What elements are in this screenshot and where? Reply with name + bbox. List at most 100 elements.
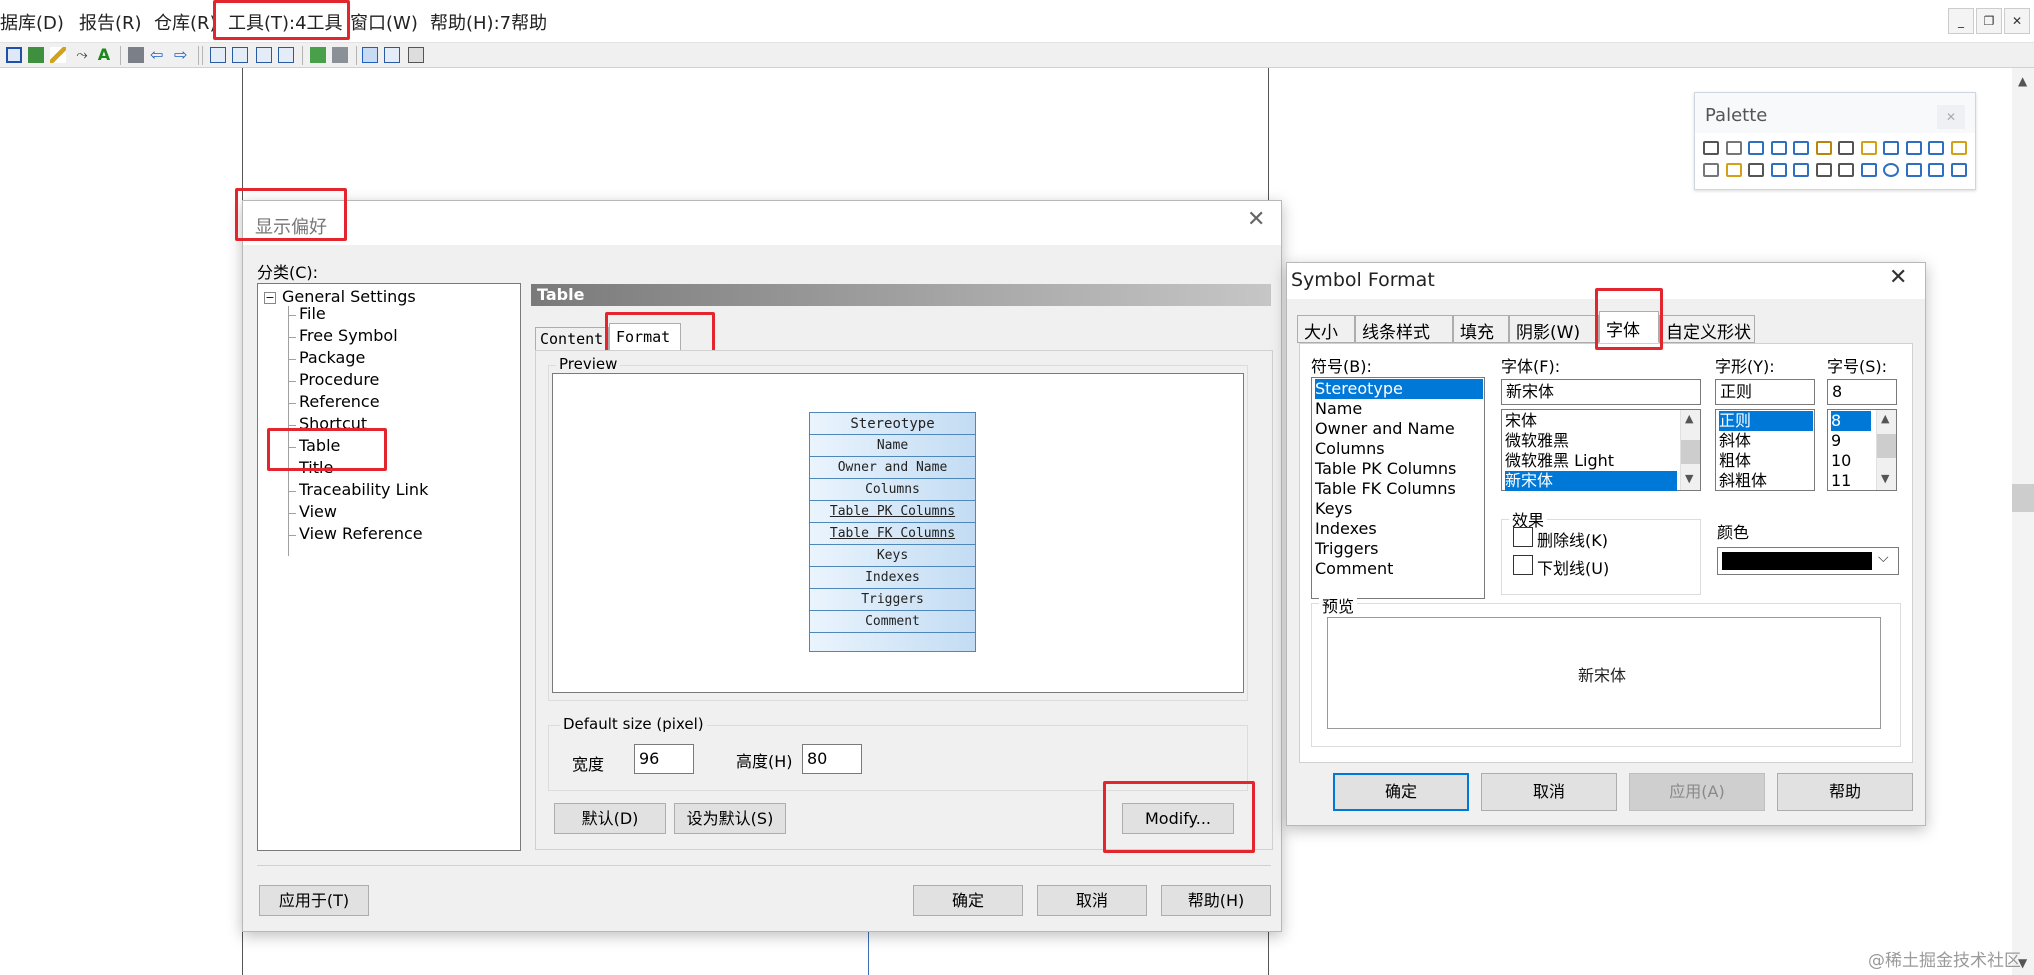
size-list-scrollbar[interactable]: ▲ ▼	[1876, 410, 1896, 490]
style-item[interactable]: 斜体	[1719, 431, 1813, 451]
tree-item-file[interactable]: File	[299, 304, 326, 323]
close-icon[interactable]: ✕	[1247, 207, 1265, 232]
font-input[interactable]: 新宋体	[1501, 379, 1701, 405]
zoom-in-icon[interactable]	[1748, 141, 1764, 155]
tree-item-free-symbol[interactable]: Free Symbol	[299, 326, 398, 345]
window-icon[interactable]	[384, 47, 400, 63]
width-input[interactable]: 96	[634, 744, 694, 774]
scroll-down-icon[interactable]: ▼	[1685, 472, 1693, 485]
collapse-icon[interactable]: −	[264, 292, 276, 304]
grid-icon[interactable]	[28, 47, 44, 63]
line-icon[interactable]	[1815, 163, 1832, 177]
new-icon[interactable]	[6, 47, 22, 63]
minimize-icon[interactable]: _	[1948, 8, 1974, 34]
cancel-button[interactable]: 取消	[1037, 885, 1147, 916]
menu-report[interactable]: 报告(R)	[79, 9, 142, 35]
underline-checkbox[interactable]	[1513, 555, 1533, 575]
diagram-icon-2[interactable]	[232, 47, 248, 63]
tab-custom-shape[interactable]: 自定义形状	[1659, 315, 1755, 343]
zoom-page-icon[interactable]	[362, 47, 378, 63]
arc-icon[interactable]	[1838, 163, 1854, 177]
link-icon[interactable]	[1748, 163, 1764, 177]
tab-content[interactable]: Content	[535, 327, 609, 351]
size-item[interactable]: 10	[1831, 451, 1871, 471]
size-input[interactable]: 8	[1827, 379, 1897, 405]
procedure-icon[interactable]	[1950, 141, 1967, 155]
storage-icon[interactable]	[1770, 163, 1787, 177]
set-default-button[interactable]: 设为默认(S)	[674, 803, 786, 834]
tree-item-view-reference[interactable]: View Reference	[299, 524, 423, 543]
scroll-up-icon[interactable]: ▲	[1685, 412, 1693, 425]
diagram-icon-4[interactable]	[278, 47, 294, 63]
symbol-item[interactable]: Owner and Name	[1315, 419, 1483, 439]
apply-button[interactable]: 应用(A)	[1629, 773, 1765, 811]
forward-arrow-icon[interactable]: ⇨	[174, 47, 190, 63]
symbol-item[interactable]: Comment	[1315, 559, 1483, 579]
default-button[interactable]: 默认(D)	[554, 803, 666, 834]
apply-to-button[interactable]: 应用于(T)	[259, 885, 369, 916]
cancel-button[interactable]: 取消	[1481, 773, 1617, 811]
text-a-icon[interactable]: A	[96, 47, 112, 63]
file-icon[interactable]	[1703, 163, 1719, 177]
help-button[interactable]: 帮助(H)	[1161, 885, 1271, 916]
style-input[interactable]: 正则	[1715, 379, 1815, 405]
style-item[interactable]: 斜粗体	[1719, 471, 1813, 491]
color-dropdown[interactable]: ⌵	[1717, 547, 1899, 575]
screen-icon[interactable]	[408, 47, 424, 63]
scroll-down-icon[interactable]: ▼	[1881, 472, 1889, 485]
back-arrow-icon[interactable]: ⇦	[150, 47, 166, 63]
check-icon[interactable]	[310, 47, 326, 63]
diagram-icon-1[interactable]	[210, 47, 226, 63]
style-item[interactable]: 正则	[1719, 411, 1813, 431]
style-list[interactable]: 正则 斜体 粗体 斜粗体	[1715, 409, 1815, 491]
text-icon[interactable]	[1793, 163, 1809, 177]
menu-repository[interactable]: 仓库(R)	[154, 9, 217, 35]
font-item[interactable]: 新宋体	[1505, 471, 1677, 491]
size-item[interactable]: 8	[1831, 411, 1871, 431]
palette-close-icon[interactable]: ✕	[1937, 105, 1965, 129]
scroll-up-icon[interactable]: ▲	[2018, 74, 2027, 88]
freeform-icon[interactable]	[1950, 163, 1967, 177]
zoom-out-icon[interactable]	[1770, 141, 1787, 155]
tab-size[interactable]: 大小	[1297, 315, 1355, 343]
package-icon[interactable]	[1860, 141, 1877, 155]
pencil-icon[interactable]	[50, 47, 66, 63]
close-window-icon[interactable]: ✕	[2004, 8, 2030, 34]
tree-item-procedure[interactable]: Procedure	[299, 370, 379, 389]
font-item[interactable]: 微软雅黑 Light	[1505, 451, 1677, 471]
scroll-up-icon[interactable]: ▲	[1881, 412, 1889, 425]
tree-item-reference[interactable]: Reference	[299, 392, 380, 411]
folder-icon[interactable]	[128, 47, 144, 63]
symbol-item[interactable]: Columns	[1315, 439, 1483, 459]
category-tree[interactable]: − General Settings File Free Symbol Packag…	[257, 283, 521, 851]
tree-item-view[interactable]: View	[299, 502, 337, 521]
close-icon[interactable]: ✕	[1889, 265, 1907, 290]
menu-window[interactable]: 窗口(W)	[350, 9, 418, 35]
scroll-thumb[interactable]	[2012, 484, 2034, 512]
reference-icon[interactable]	[1928, 141, 1944, 155]
zoom-fit-icon[interactable]	[1793, 141, 1809, 155]
font-list-scrollbar[interactable]: ▲ ▼	[1680, 410, 1700, 490]
font-item[interactable]: 宋体	[1505, 411, 1677, 431]
symbol-item[interactable]: Name	[1315, 399, 1483, 419]
hand-icon[interactable]	[1725, 141, 1742, 155]
font-item[interactable]: 微软雅黑	[1505, 431, 1677, 451]
polyline-icon[interactable]	[1928, 163, 1944, 177]
font-list[interactable]: 宋体 微软雅黑 微软雅黑 Light 新宋体 ▲ ▼	[1501, 409, 1701, 491]
size-item[interactable]: 9	[1831, 431, 1871, 451]
size-item[interactable]: 11	[1831, 471, 1871, 491]
palette-window[interactable]: Palette ✕	[1694, 92, 1976, 190]
tab-line-style[interactable]: 线条样式	[1355, 315, 1453, 343]
style-item[interactable]: 粗体	[1719, 451, 1813, 471]
main-scrollbar[interactable]: ▲ ▼	[2012, 68, 2034, 975]
menu-database[interactable]: 据库(D)	[0, 9, 64, 35]
restore-icon[interactable]: ❐	[1976, 8, 2002, 34]
properties-icon[interactable]	[1815, 141, 1832, 155]
menu-help[interactable]: 帮助(H):7帮助	[430, 9, 547, 35]
symbol-item[interactable]: Indexes	[1315, 519, 1483, 539]
tree-item-traceability-link[interactable]: Traceability Link	[299, 480, 428, 499]
image-icon[interactable]	[332, 47, 348, 63]
symbol-list[interactable]: Stereotype Name Owner and Name Columns Table…	[1311, 377, 1485, 599]
link-icon[interactable]: ⤳	[74, 47, 90, 63]
cut-icon[interactable]	[1838, 141, 1854, 155]
